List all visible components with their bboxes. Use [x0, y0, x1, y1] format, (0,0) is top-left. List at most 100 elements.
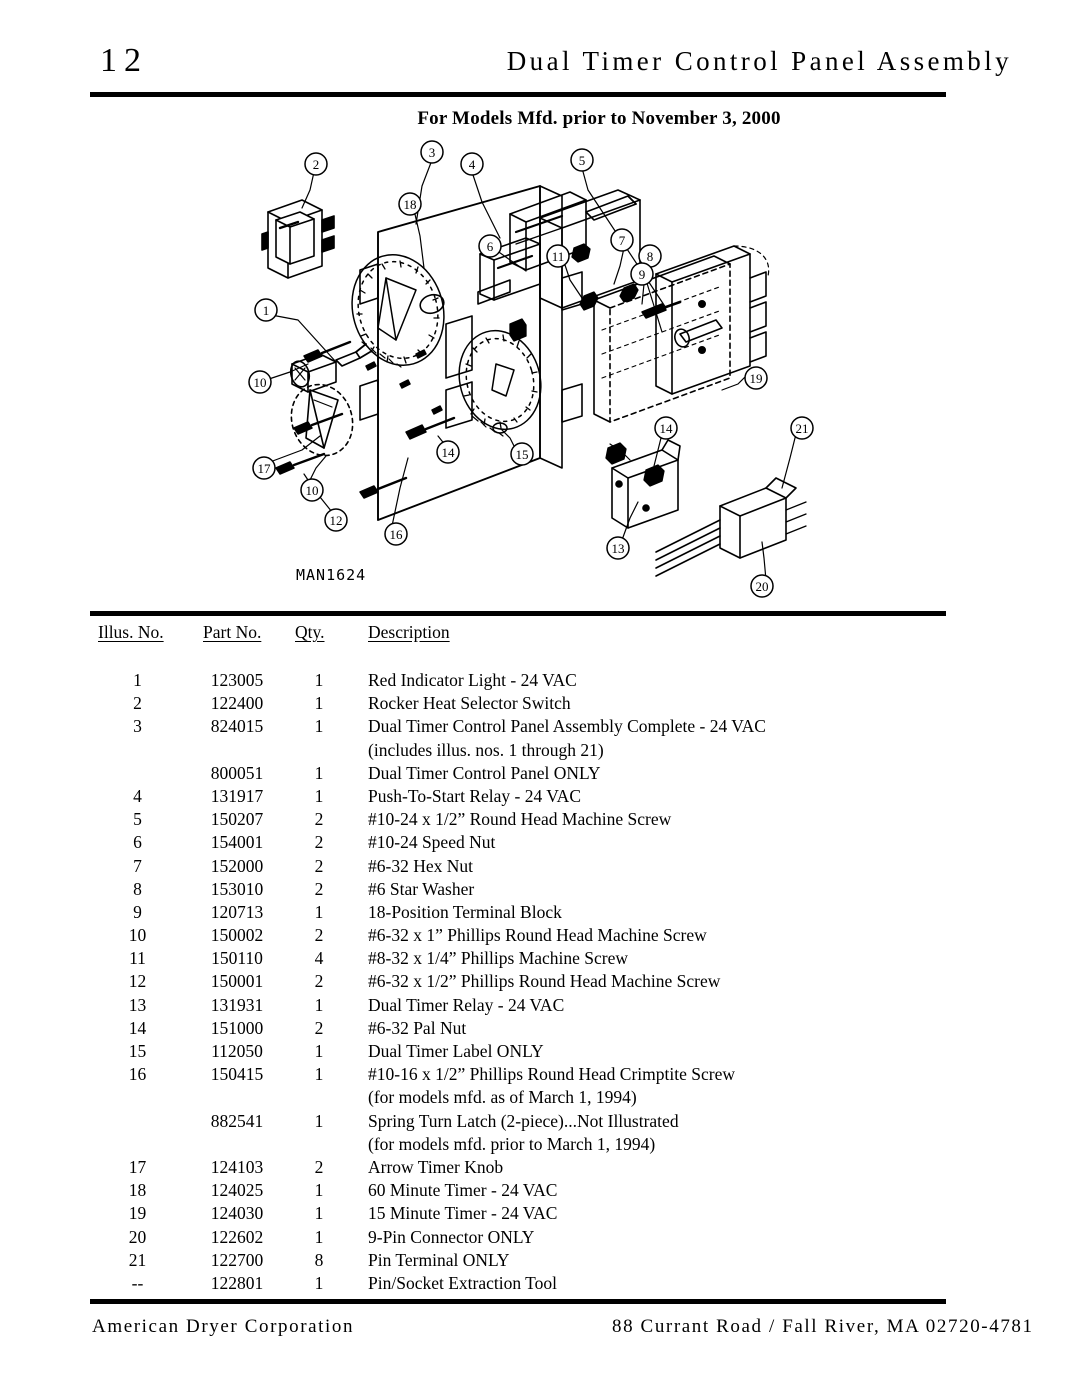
table-row: (for models mfd. as of March 1, 1994)	[90, 1086, 950, 1109]
part-row-qty: 2	[314, 1156, 324, 1177]
part-row-number: 112050	[211, 1041, 263, 1061]
table-row: 1 123005 1 Red Indicator Light - 24 VAC	[90, 669, 950, 692]
part-row-illus: 18	[128, 1180, 147, 1201]
part-row-qty: 1	[314, 1226, 324, 1247]
part-row-qty: 2	[314, 925, 324, 946]
part-row-qty: 1	[314, 1180, 324, 1201]
part-row-illus: --	[131, 1272, 144, 1293]
part-row-qty: 1	[314, 693, 324, 714]
part-row-description: #6-32 x 1/2” Phillips Round Head Machine…	[368, 971, 721, 992]
part-row-illus: 15	[128, 1041, 147, 1061]
callout-7: 7	[619, 233, 626, 248]
part-row-qty: 1	[314, 901, 324, 922]
part-row-illus: 14	[128, 1017, 147, 1038]
catalog-page: 12 Dual Timer Control Panel Assembly For…	[0, 0, 1080, 1397]
callout-21: 21	[796, 421, 809, 436]
table-row: 10 150002 2 #6-32 x 1” Phillips Round Head …	[90, 924, 950, 947]
part-row-illus: 11	[129, 948, 146, 969]
part-row-description: Push-To-Start Relay - 24 VAC	[368, 785, 581, 806]
table-row: 17 124103 2 Arrow Timer Knob	[90, 1156, 950, 1179]
part-row-qty: 1	[314, 716, 324, 737]
callout-10: 10	[254, 375, 267, 390]
column-header-description: Description	[368, 622, 450, 642]
part-row-description: 18-Position Terminal Block	[368, 901, 562, 922]
part-row-number: 800051	[210, 762, 264, 783]
table-row: (includes illus. nos. 1 through 21)	[90, 739, 950, 762]
part-row-illus: 8	[133, 878, 142, 899]
part-row-description: Dual Timer Relay - 24 VAC	[368, 994, 565, 1015]
page-footer: American Dryer Corporation 88 Currant Ro…	[0, 1316, 1080, 1350]
callout-5: 5	[579, 153, 586, 168]
callout-10-alt: 10	[306, 483, 319, 498]
table-row: 14 151000 2 #6-32 Pal Nut	[90, 1017, 950, 1040]
table-row: 4 131917 1 Push-To-Start Relay - 24 VAC	[90, 785, 950, 808]
part-row-illus: 17	[128, 1156, 147, 1177]
part-row-illus: 5	[133, 809, 142, 830]
part-row-number: 131917	[210, 785, 264, 806]
part-row-illus: 12	[128, 971, 147, 992]
part-row-illus: 3	[133, 716, 142, 737]
part-row-illus: 2	[133, 693, 142, 714]
callout-18: 18	[404, 197, 417, 212]
callout-1: 1	[263, 303, 270, 318]
page-subtitle: For Models Mfd. prior to November 3, 200…	[0, 108, 1080, 130]
part-row-description: 60 Minute Timer - 24 VAC	[368, 1180, 558, 1201]
part-row-description: Dual Timer Label ONLY	[368, 1041, 544, 1061]
header-rule	[90, 92, 946, 97]
table-header-row: Illus. No. Part No. Qty. Description	[90, 622, 950, 658]
callout-4: 4	[469, 157, 476, 172]
table-row: (for models mfd. prior to March 1, 1994)	[90, 1133, 950, 1156]
part-row-number: 150207	[210, 809, 264, 830]
part-row-description: Pin Terminal ONLY	[368, 1249, 510, 1270]
part-row-illus: 4	[133, 785, 142, 806]
part-row-number: 123005	[210, 670, 264, 690]
table-top-rule	[90, 611, 946, 616]
part-row-illus: 16	[128, 1064, 147, 1085]
part-row-number: 122602	[210, 1226, 264, 1247]
callout-11: 11	[552, 249, 565, 264]
table-row: 12 150001 2 #6-32 x 1/2” Phillips Round Hea…	[90, 970, 950, 993]
part-row-illus: 13	[128, 994, 147, 1015]
part-row-illus: 7	[133, 855, 142, 876]
part-row-description: 9-Pin Connector ONLY	[368, 1226, 535, 1247]
callout-3: 3	[429, 145, 436, 160]
part-row-illus: 1	[133, 670, 142, 690]
part-row-description: #6 Star Washer	[368, 878, 475, 899]
part-row-description: Spring Turn Latch (2-piece)...Not Illust…	[368, 1110, 679, 1131]
part-row-number: 150415	[210, 1064, 264, 1085]
table-row: 3 824015 1 Dual Timer Control Panel Assembl…	[90, 715, 950, 738]
callout-20: 20	[756, 579, 769, 594]
part-row-description: #8-32 x 1/4” Phillips Machine Screw	[368, 948, 629, 969]
table-row: 800051 1 Dual Timer Control Panel ONLY	[90, 762, 950, 785]
part-row-description: Dual Timer Control Panel Assembly Comple…	[368, 716, 766, 737]
part-row-illus: 9	[133, 901, 142, 922]
part-row-description: #10-16 x 1/2” Phillips Round Head Crimpt…	[368, 1064, 735, 1085]
part-row-illus: 10	[128, 925, 147, 946]
page-subtitle-text: For Models Mfd. prior to November 3, 200…	[417, 108, 781, 129]
part-row-description: Rocker Heat Selector Switch	[368, 693, 571, 714]
part-row-number: 151000	[210, 1017, 264, 1038]
part-row-number: 124103	[210, 1156, 264, 1177]
part-row-qty: 2	[314, 878, 324, 899]
table-row: 16 150415 1 #10-16 x 1/2” Phillips Round He…	[90, 1063, 950, 1086]
callout-19: 19	[750, 371, 763, 386]
table-row: -- 122801 1 Pin/Socket Extraction Tool	[90, 1272, 950, 1295]
callout-2: 2	[313, 157, 320, 172]
part-row-description: Arrow Timer Knob	[368, 1156, 504, 1177]
table-row: 19 124030 1 15 Minute Timer - 24 VAC	[90, 1202, 950, 1225]
callout-13: 13	[612, 541, 625, 556]
part-row-qty: 2	[314, 855, 324, 876]
part-row-description: #6-32 Hex Nut	[368, 855, 473, 876]
part-row-qty: 1	[314, 1272, 324, 1293]
footer-company: American Dryer Corporation	[92, 1316, 355, 1337]
part-row-number: 122400	[210, 693, 264, 714]
callout-6: 6	[487, 239, 494, 254]
callout-16: 16	[390, 527, 404, 542]
callout-12: 12	[330, 513, 343, 528]
part-row-number: 150110	[211, 948, 263, 969]
callout-14-alt: 14	[660, 421, 674, 436]
part-row-number: 882541	[210, 1110, 264, 1131]
part-row-qty: 4	[314, 948, 324, 969]
part-row-description: #6-32 Pal Nut	[368, 1017, 467, 1038]
part-row-qty: 2	[314, 971, 324, 992]
